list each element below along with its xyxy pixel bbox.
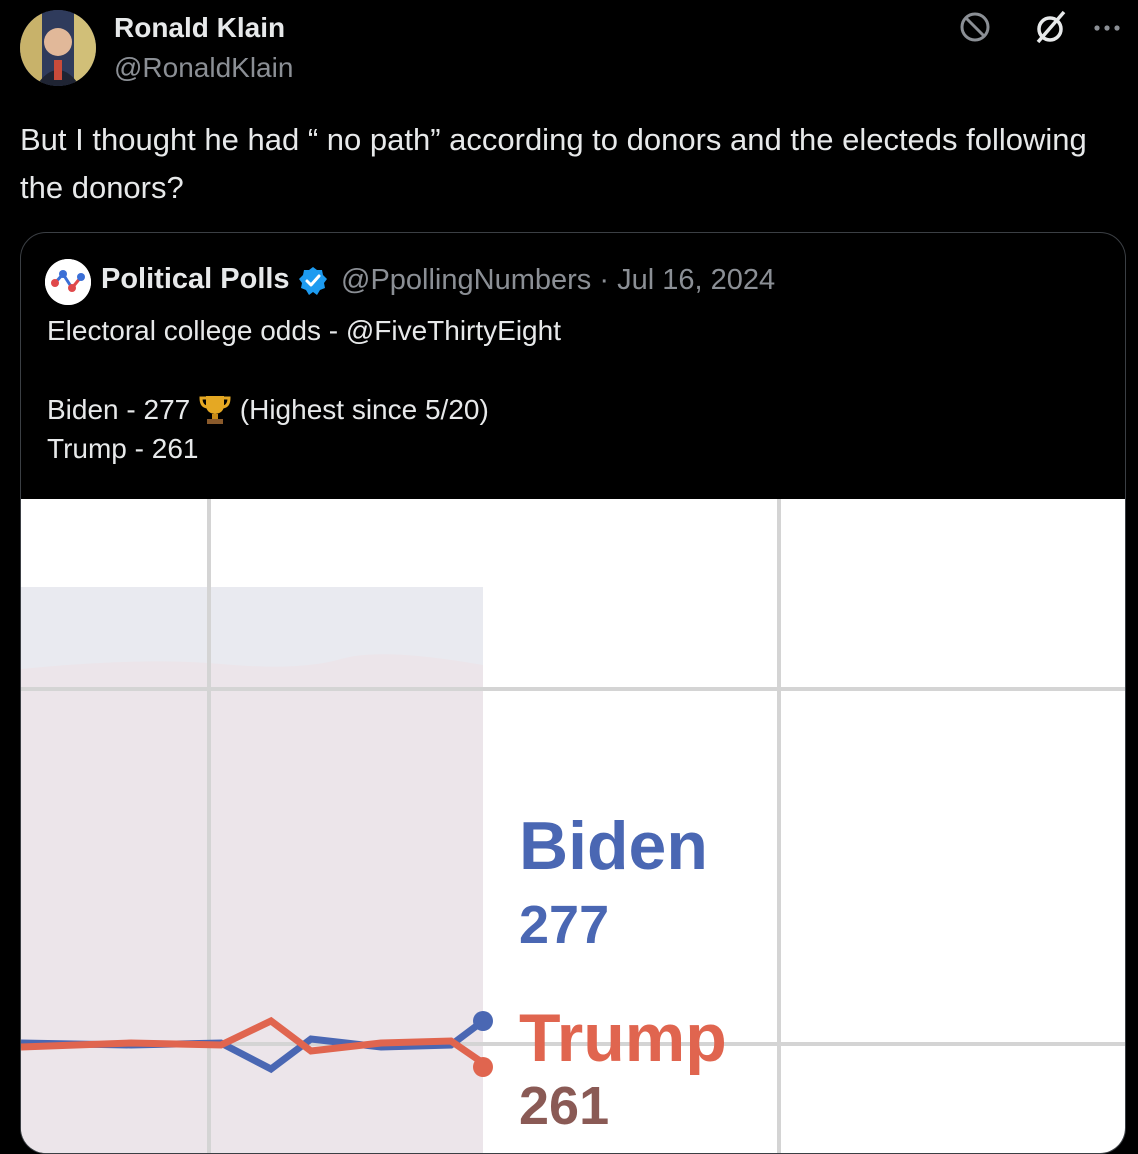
trump-series-label: Trump bbox=[519, 1000, 727, 1076]
biden-end-point bbox=[473, 1011, 493, 1031]
block-icon[interactable] bbox=[958, 10, 992, 44]
quoted-line-2: Biden - 277 (Highest since 5/20) bbox=[47, 393, 489, 426]
quoted-line-3: Trump - 261 bbox=[47, 433, 199, 464]
political-polls-logo-icon bbox=[45, 259, 91, 305]
tweet-text: But I thought he had “ no path” accordin… bbox=[20, 122, 1087, 205]
quoted-line-1: Electoral college odds - @FiveThirtyEigh… bbox=[47, 315, 561, 346]
electoral-chart: Biden 277 Trump261 bbox=[21, 499, 1125, 1153]
trump-value-label: 261 bbox=[519, 1076, 609, 1136]
quoted-date[interactable]: Jul 16, 2024 bbox=[617, 264, 775, 296]
quoted-meta: @PpollingNumbers · Jul 16, 2024 bbox=[341, 264, 775, 297]
author-name[interactable]: Ronald Klain bbox=[114, 12, 285, 44]
biden-series-label: Biden bbox=[519, 808, 708, 884]
meta-separator: · bbox=[599, 264, 610, 296]
quoted-author-name[interactable]: Political Polls bbox=[101, 263, 290, 296]
chart-image[interactable]: Biden 277 Trump 261 bbox=[21, 499, 1125, 1153]
quoted-author-handle[interactable]: @PpollingNumbers bbox=[341, 264, 591, 296]
biden-value-label: 277 bbox=[519, 895, 609, 955]
trophy-icon bbox=[199, 396, 231, 424]
grok-icon[interactable] bbox=[1034, 10, 1068, 44]
biden-count-text: Biden - 277 bbox=[47, 394, 191, 425]
avatar-image bbox=[20, 10, 96, 86]
author-handle[interactable]: @RonaldKlain bbox=[114, 52, 293, 84]
more-icon[interactable] bbox=[1090, 14, 1128, 42]
uncertainty-band bbox=[21, 587, 483, 1153]
quoted-avatar[interactable] bbox=[45, 259, 91, 305]
quoted-tweet[interactable]: Political Polls @PpollingNumbers · Jul 1… bbox=[20, 232, 1126, 1154]
avatar[interactable] bbox=[20, 10, 96, 86]
verified-badge-icon bbox=[299, 267, 327, 295]
trump-end-point bbox=[473, 1057, 493, 1077]
highest-since-text: (Highest since 5/20) bbox=[239, 394, 489, 425]
